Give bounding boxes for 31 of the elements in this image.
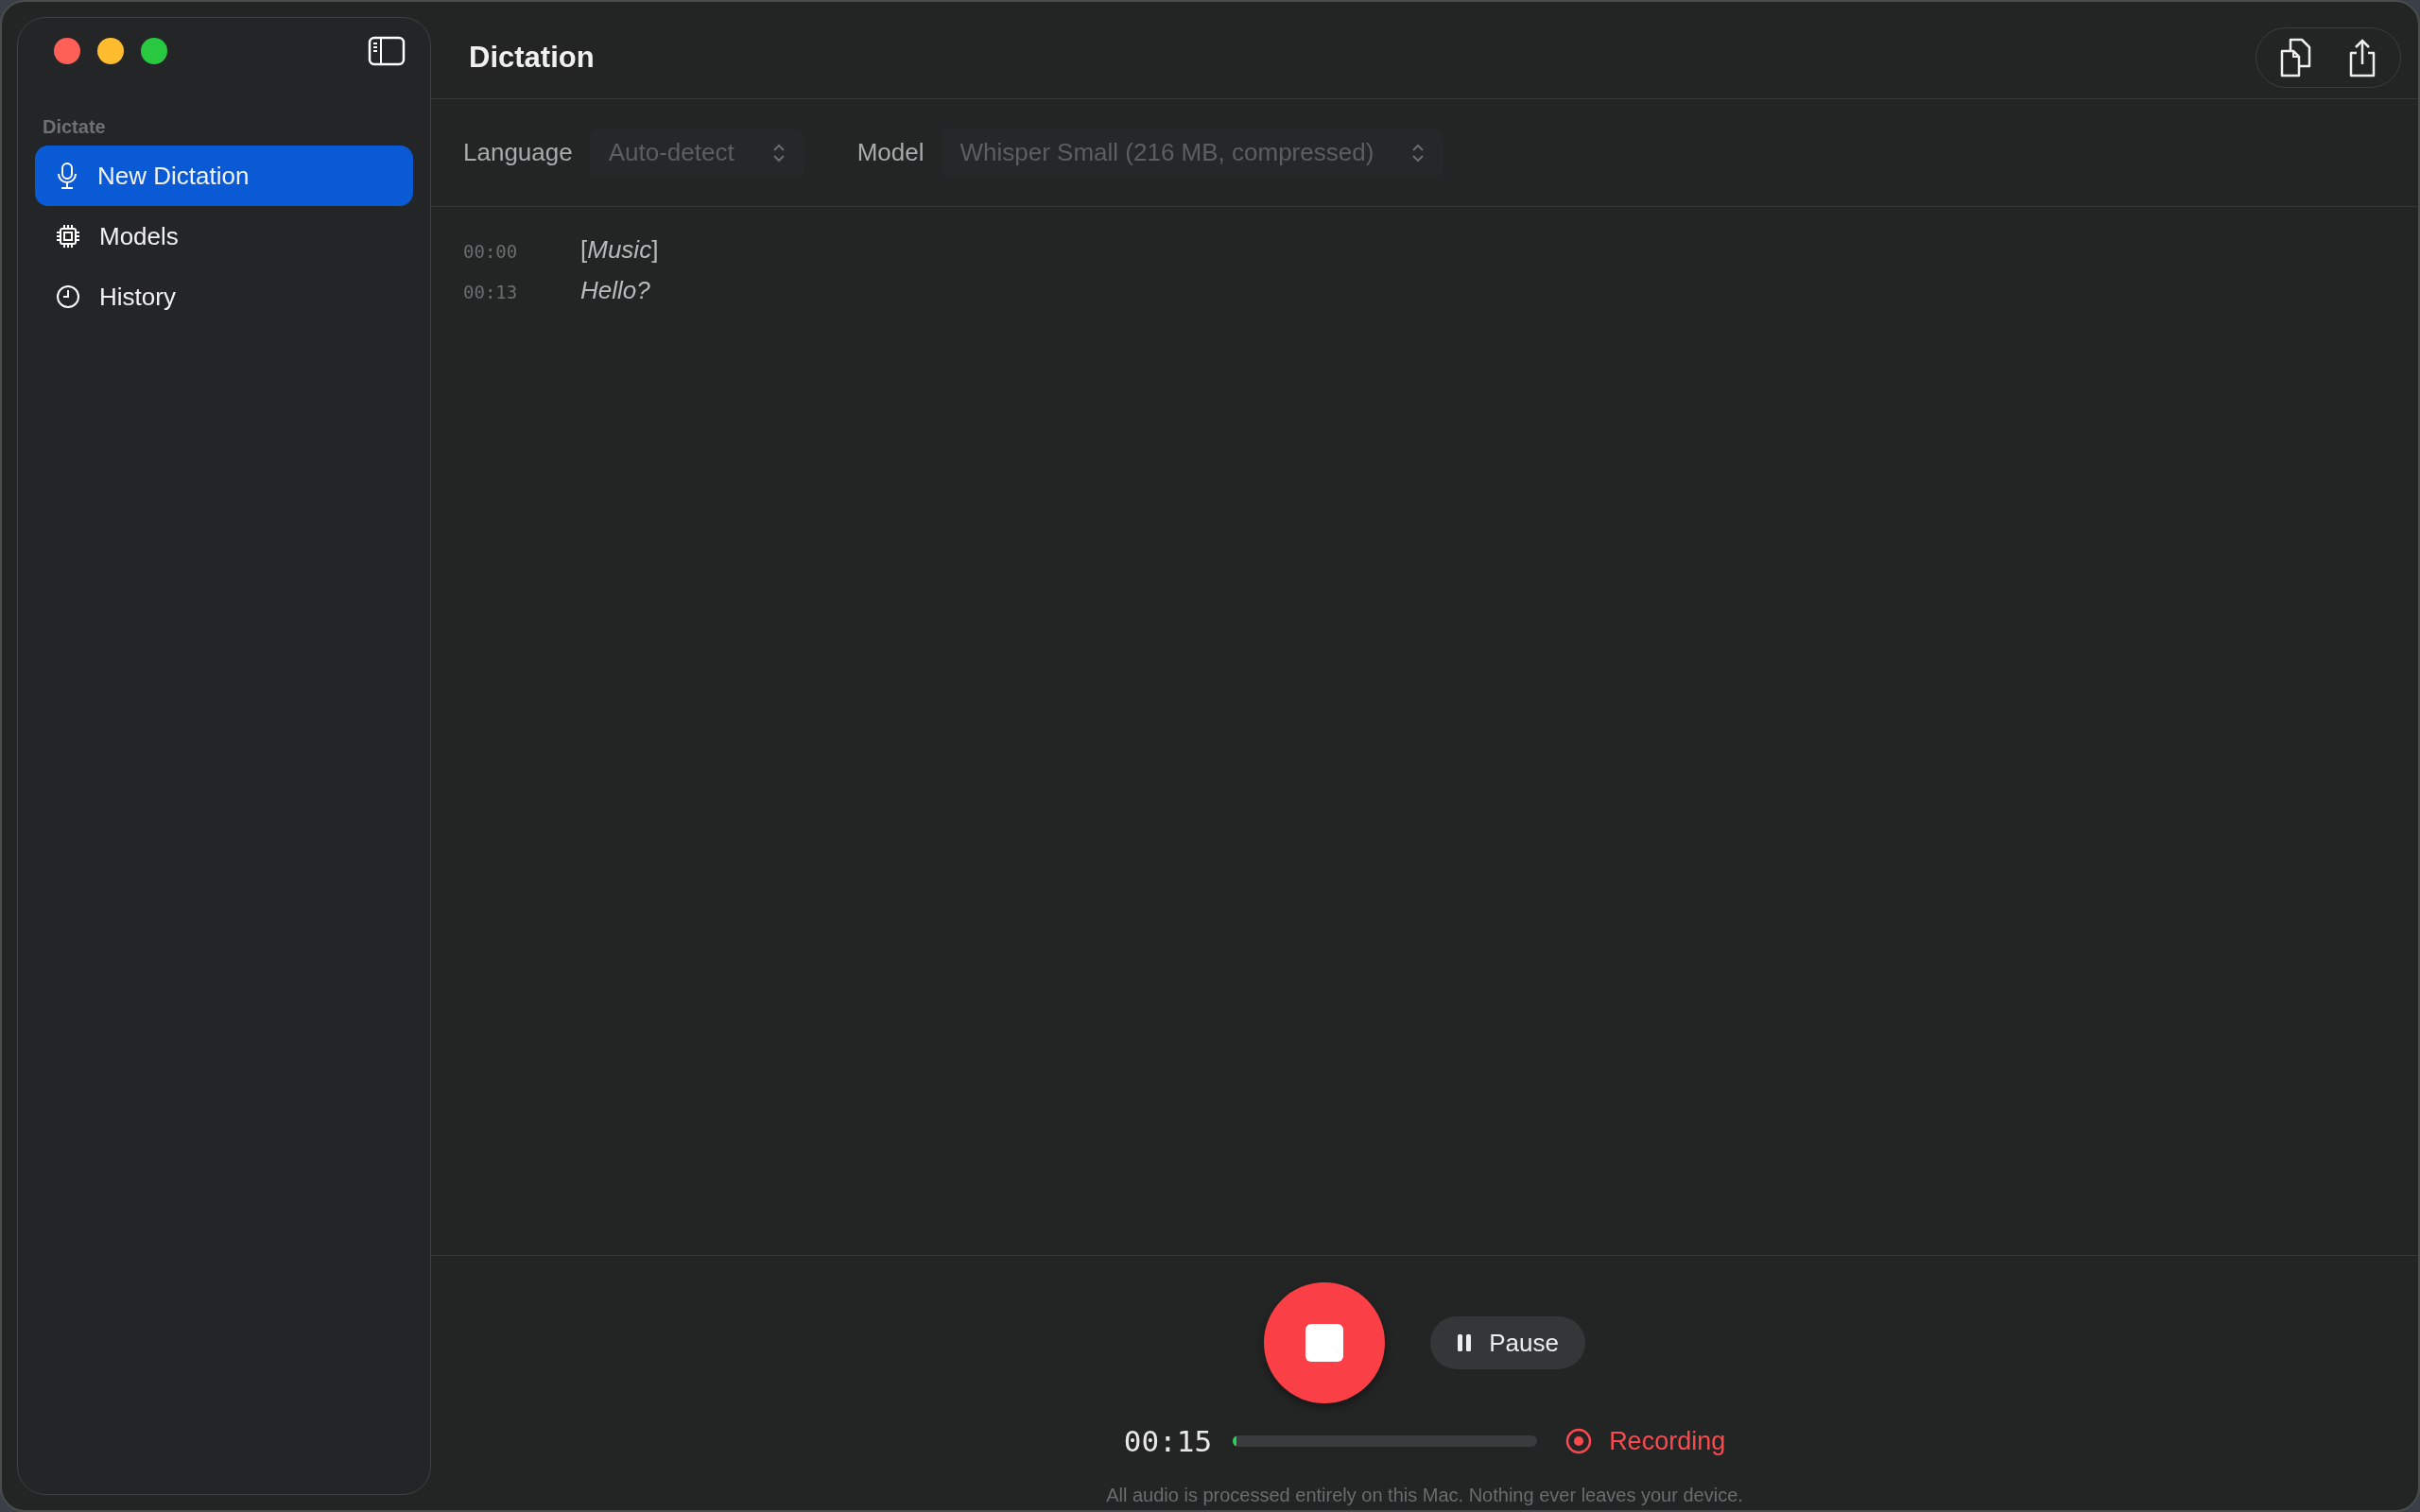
field-label: Language <box>463 138 573 167</box>
chevron-updown-icon <box>771 142 786 163</box>
sidebar-item-label: History <box>99 282 176 312</box>
record-icon <box>1565 1428 1593 1454</box>
transcript-text: [Music] <box>580 235 659 265</box>
transcript-text: Hello? <box>580 276 650 305</box>
microphone-icon <box>56 162 78 190</box>
minimize-button[interactable] <box>97 38 124 64</box>
sidebar-item-label: New Dictation <box>97 161 250 191</box>
sidebar-toggle-icon[interactable] <box>368 36 406 66</box>
zoom-button[interactable] <box>141 38 167 64</box>
window-title: Dictation <box>469 41 595 75</box>
clock-icon <box>56 284 80 309</box>
timestamp: 00:00 <box>463 241 519 262</box>
chip-icon <box>56 224 80 249</box>
elapsed-time: 00:15 <box>1123 1424 1213 1458</box>
sidebar-item[interactable]: History <box>35 266 413 327</box>
share-icon[interactable] <box>2347 38 2377 77</box>
pause-icon <box>1457 1333 1473 1352</box>
pause-button[interactable]: Pause <box>1430 1316 1585 1369</box>
sidebar-item[interactable]: New Dictation <box>35 146 413 206</box>
copy-icon[interactable] <box>2279 38 2311 77</box>
field-label: Model <box>856 138 925 167</box>
sidebar-section-title: Dictate <box>43 116 107 138</box>
chevron-updown-icon <box>1411 142 1426 163</box>
privacy-note: All audio is processed entirely on this Mac. Nothing ever leaves your device. <box>1106 1485 1743 1506</box>
recording-status: Recording <box>1565 1426 1726 1456</box>
close-button[interactable] <box>54 38 80 64</box>
timestamp: 00:13 <box>463 282 519 302</box>
sidebar-item-label: Models <box>99 221 179 251</box>
sidebar-item[interactable]: Models <box>35 206 413 266</box>
